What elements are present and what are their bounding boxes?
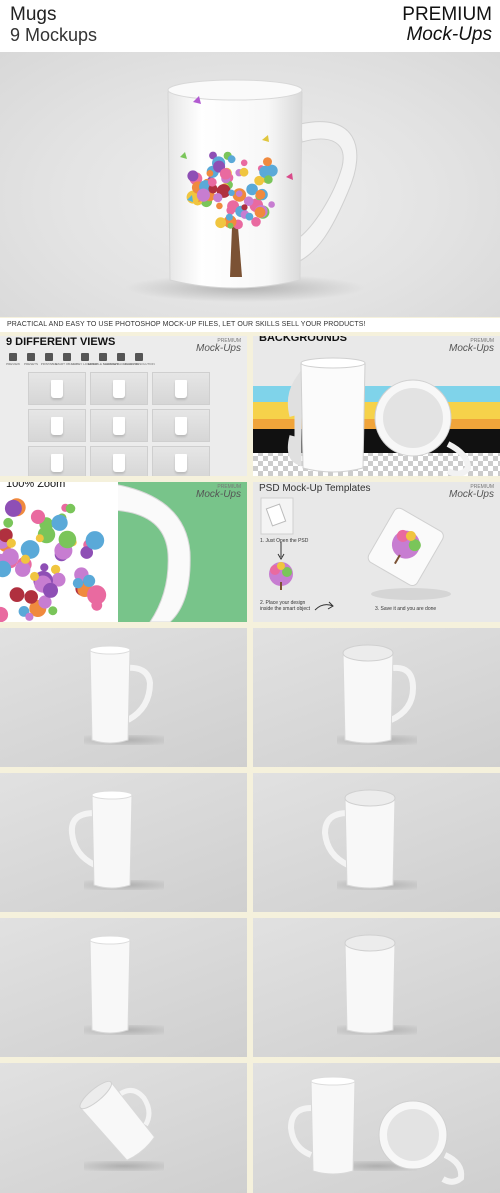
mockups-script-label: Mock-Ups (406, 24, 492, 45)
product-subtitle: 9 Mockups (10, 25, 98, 45)
presets-icon: PRESETS (24, 353, 38, 367)
smart-objects-icon: SMART OBJECTS (54, 353, 80, 367)
view-thumb (28, 372, 86, 405)
view-thumb (152, 446, 210, 476)
step-1-text: 1. Just Open the PSD (260, 538, 309, 544)
mockup-view-5 (0, 918, 247, 1057)
views-logo: PREMIUM Mock-Ups (196, 338, 241, 354)
mockup-view-1 (0, 628, 247, 767)
preview-icon: PREVIEW (6, 353, 20, 367)
view-thumb (90, 409, 148, 442)
mockup-view-7 (0, 1063, 247, 1193)
tagline-bar: PRACTICAL AND EASY TO USE PHOTOSHOP MOCK… (0, 318, 500, 332)
view-thumb (90, 446, 148, 476)
templates-panel: PSD Mock-Up Templates PREMIUM Mock-Ups 1… (253, 482, 500, 622)
brand-block: Mugs 9 Mockups (10, 4, 98, 46)
view-thumb (28, 446, 86, 476)
view-thumb (152, 409, 210, 442)
views-panel: 9 DIFFERENT VIEWS PREMIUM Mock-Ups PREVI… (0, 336, 247, 476)
tagline-text: PRACTICAL AND EASY TO USE PHOTOSHOP MOCK… (7, 321, 366, 328)
backgrounds-illustration (253, 357, 500, 476)
zoom-logo-script: Mock-Ups (195, 489, 241, 500)
mockup-view-3 (0, 773, 247, 912)
zoom-logo: PREMIUM Mock-Ups (196, 484, 241, 500)
mockup-view-2 (253, 628, 500, 767)
view-thumb (28, 409, 86, 442)
premium-logo: PREMIUM Mock-Ups (402, 5, 492, 45)
hero-mug-image (0, 52, 500, 317)
zoom-title: 100% Zoom (6, 482, 66, 490)
view-thumbnails (28, 372, 210, 476)
step-3-text: 3. Save it and you are done (375, 606, 437, 612)
step-2-text: 2. Place your design inside the smart ob… (260, 600, 311, 612)
resolution-icon: HIGHLY RESOLUTION (123, 353, 155, 367)
product-title: Mugs (10, 4, 57, 25)
view-thumb (152, 372, 210, 405)
backgrounds-panel: BACKGROUNDS PREMIUM Mock-Ups (253, 336, 500, 476)
mockup-view-6 (253, 918, 500, 1057)
view-thumb (90, 372, 148, 405)
mockup-view-8 (253, 1063, 500, 1193)
header: Mugs 9 Mockups PREMIUM Mock-Ups (0, 0, 500, 52)
zoom-panel: 100% Zoom PREMIUM Mock-Ups (0, 482, 247, 622)
views-title: 9 DIFFERENT VIEWS (6, 336, 116, 348)
mockup-view-4 (253, 773, 500, 912)
views-logo-script: Mock-Ups (195, 343, 241, 354)
feature-icons: PREVIEW PRESETS PRINTABLE SMART OBJECTS … (6, 353, 155, 367)
zoom-illustration (0, 482, 247, 622)
premium-label: PREMIUM (402, 4, 492, 25)
